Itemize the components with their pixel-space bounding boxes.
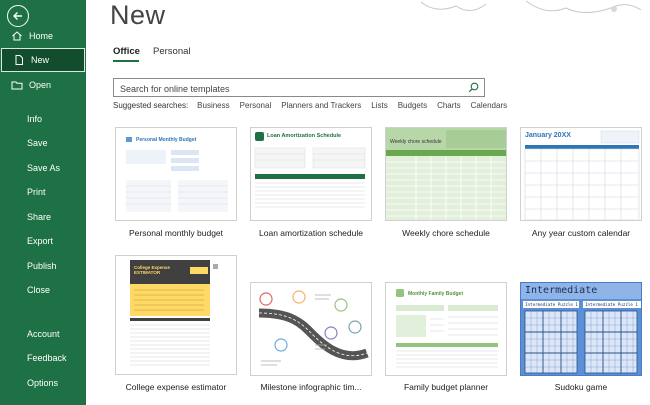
- loan-thumbnail: [254, 132, 366, 208]
- caption-personal-monthly-budget[interactable]: Personal monthly budget: [115, 228, 237, 238]
- template-family-budget-planner[interactable]: Monthly Family Budget: [385, 282, 507, 376]
- new-document-icon: [12, 53, 26, 67]
- suggested-charts[interactable]: Charts: [437, 101, 461, 110]
- nav-home[interactable]: Home: [0, 24, 86, 48]
- home-icon: [10, 29, 24, 43]
- caption-weekly-chore-schedule[interactable]: Weekly chore schedule: [385, 228, 507, 238]
- nav-options[interactable]: Options: [0, 371, 86, 395]
- calendar-thumb-title: January 20XX: [525, 132, 571, 139]
- suggested-planners-trackers[interactable]: Planners and Trackers: [281, 101, 361, 110]
- chore-thumb-title: Weekly chore schedule: [390, 139, 442, 145]
- caption-custom-calendar[interactable]: Any year custom calendar: [520, 228, 642, 238]
- back-arrow-icon: [13, 12, 22, 20]
- suggested-calendars[interactable]: Calendars: [471, 101, 507, 110]
- template-custom-calendar[interactable]: January 20XX: [520, 127, 642, 221]
- main-panel: New Office Personal Suggested searches: …: [86, 0, 650, 405]
- nav-save-as[interactable]: Save As: [0, 156, 86, 180]
- budget-thumb-title: Personal Monthly Budget: [136, 137, 197, 143]
- caption-family-budget-planner[interactable]: Family budget planner: [385, 382, 507, 392]
- caption-sudoku-game[interactable]: Sudoku game: [520, 382, 642, 392]
- sudoku-thumb-title: Intermediate: [525, 285, 598, 296]
- tab-personal[interactable]: Personal: [153, 46, 191, 57]
- suggested-searches: Suggested searches: Business Personal Pl…: [113, 101, 517, 110]
- nav-new-label: New: [31, 55, 50, 65]
- nav-home-label: Home: [29, 31, 54, 41]
- college-thumb-title: College Expense ESTIMATOR: [134, 265, 171, 275]
- tab-office[interactable]: Office: [113, 46, 140, 57]
- nav-publish[interactable]: Publish: [0, 254, 86, 278]
- nav-new[interactable]: New: [1, 48, 85, 72]
- calendar-thumbnail: [524, 130, 640, 220]
- sudoku-thumb-sub-left: Intermediate Puzzle 1: [525, 302, 578, 307]
- nav-save[interactable]: Save: [0, 131, 86, 155]
- template-search: [113, 78, 485, 98]
- suggested-label: Suggested searches:: [113, 101, 189, 110]
- template-loan-amortization[interactable]: Loan Amortization Schedule: [250, 127, 372, 221]
- family-budget-thumb-title: Monthly Family Budget: [408, 291, 463, 297]
- template-milestone-infographic[interactable]: [250, 282, 372, 376]
- search-icon[interactable]: [467, 81, 480, 94]
- suggested-budgets[interactable]: Budgets: [398, 101, 427, 110]
- nav-open[interactable]: Open: [0, 73, 86, 97]
- backstage-sidebar: Home New Open Info Save Save As Print Sh…: [0, 0, 86, 405]
- suggested-personal[interactable]: Personal: [240, 101, 272, 110]
- loan-thumb-title: Loan Amortization Schedule: [267, 133, 342, 139]
- nav-open-label: Open: [29, 80, 52, 90]
- nav-feedback[interactable]: Feedback: [0, 346, 86, 370]
- caption-milestone-infographic[interactable]: Milestone infographic tim...: [250, 382, 372, 392]
- caption-loan-amortization[interactable]: Loan amortization schedule: [250, 228, 372, 238]
- sudoku-thumbnail: [521, 283, 641, 375]
- template-college-expense-estimator[interactable]: College Expense ESTIMATOR: [115, 255, 237, 375]
- template-personal-monthly-budget[interactable]: Personal Monthly Budget: [115, 127, 237, 221]
- nav-close[interactable]: Close: [0, 278, 86, 302]
- tab-underline: [113, 60, 139, 62]
- template-sudoku-game[interactable]: Intermediate Intermediate Puzzle 1 Inter…: [520, 282, 642, 376]
- milestone-thumbnail: [258, 290, 369, 366]
- sudoku-thumb-sub-right: Intermediate Puzzle 1: [585, 302, 638, 307]
- suggested-business[interactable]: Business: [197, 101, 229, 110]
- caption-college-expense-estimator[interactable]: College expense estimator: [115, 382, 237, 392]
- nav-print[interactable]: Print: [0, 180, 86, 204]
- search-input[interactable]: [114, 80, 454, 98]
- nav-export[interactable]: Export: [0, 229, 86, 253]
- page-title: New: [110, 0, 166, 30]
- template-weekly-chore-schedule[interactable]: Weekly chore schedule: [385, 127, 507, 221]
- nav-account[interactable]: Account: [0, 322, 86, 346]
- nav-info[interactable]: Info: [0, 107, 86, 131]
- folder-icon: [10, 78, 24, 92]
- suggested-lists[interactable]: Lists: [371, 101, 387, 110]
- nav-share[interactable]: Share: [0, 205, 86, 229]
- cloud-decoration-icon: [420, 0, 642, 13]
